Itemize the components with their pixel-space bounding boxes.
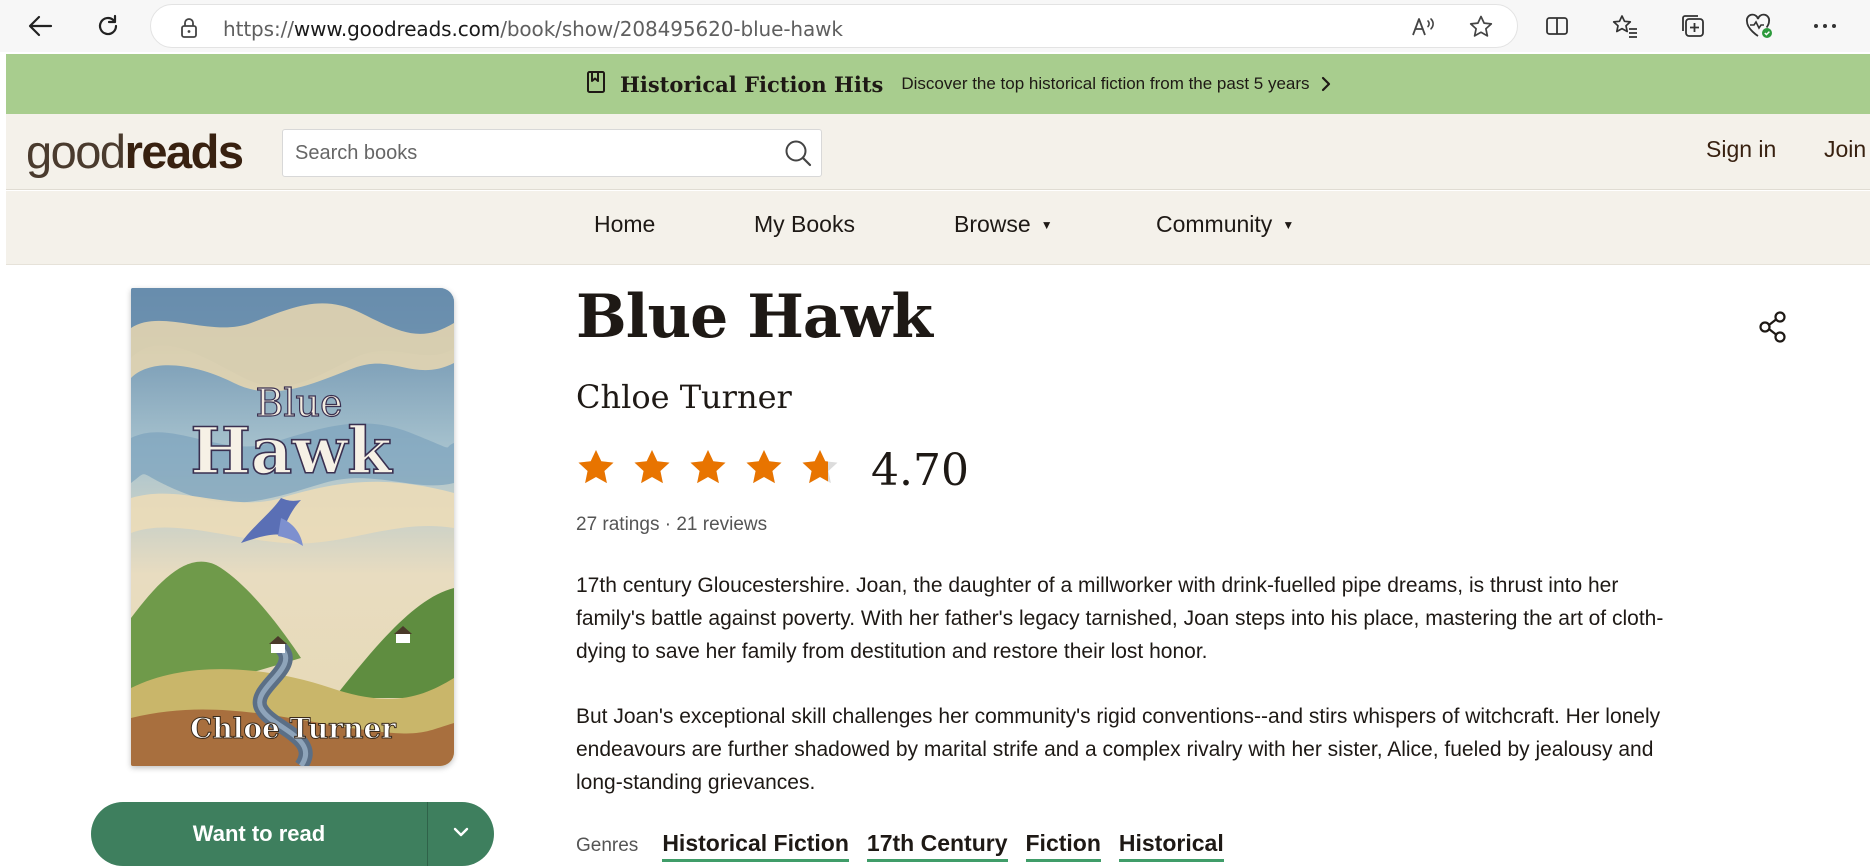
average-rating: 4.70 [871,445,969,496]
book-title: Blue Hawk [576,282,933,352]
collections-icon[interactable] [1676,9,1710,43]
book-author[interactable]: Chloe Turner [576,378,792,416]
star-icon [802,450,838,484]
nav-browse[interactable]: Browse ▼ [954,211,1053,238]
genres-label: Genres [576,835,639,856]
shelf-dropdown-button[interactable] [428,802,494,866]
sign-in-link[interactable]: Sign in [1706,136,1776,163]
description-paragraph-1: 17th century Gloucestershire. Joan, the … [576,574,1664,663]
site-header: goodreads Sign in Join [6,114,1870,190]
goodreads-logo[interactable]: goodreads [26,124,244,179]
share-icon[interactable] [1758,310,1788,349]
star-icon [634,450,670,484]
read-aloud-icon[interactable] [1409,13,1437,41]
chevron-down-icon [452,825,470,843]
genres-list: Genres Historical Fiction 17th Century F… [576,830,1242,862]
genre-link[interactable]: Historical [1118,830,1224,862]
join-link[interactable]: Join [1824,136,1866,163]
caret-down-icon: ▼ [1040,217,1053,232]
refresh-icon[interactable] [90,8,126,44]
star-icon [690,450,726,484]
address-bar[interactable]: https://www.goodreads.com/book/show/2084… [150,4,1518,48]
search-icon[interactable] [783,138,813,173]
search-input[interactable] [295,140,755,166]
back-icon[interactable] [22,8,58,44]
genre-link[interactable]: 17th Century [866,830,1008,862]
promo-description[interactable]: Discover the top historical fiction from… [901,74,1309,94]
nav-home[interactable]: Home [594,211,655,238]
rating-counts[interactable]: 27 ratings · 21 reviews [576,514,767,536]
book-cover[interactable]: Blue Hawk Chloe Turner [131,288,454,766]
main-nav: Home My Books Browse ▼ Community ▼ [6,191,1870,265]
nav-community[interactable]: Community ▼ [1156,211,1294,238]
genre-link[interactable]: Fiction [1025,830,1101,862]
browser-essentials-icon[interactable] [1742,9,1776,43]
cover-title-bottom: Hawk [190,414,393,489]
browser-toolbar: https://www.goodreads.com/book/show/2084… [0,0,1870,52]
description-paragraph-2: But Joan's exceptional skill challenges … [576,705,1661,794]
promo-banner[interactable]: Historical Fiction Hits Discover the top… [6,54,1870,114]
url-text[interactable]: https://www.goodreads.com/book/show/2084… [223,17,843,41]
favorites-icon[interactable] [1608,9,1642,43]
genre-link[interactable]: Historical Fiction [662,830,849,862]
cover-author: Chloe Turner [190,712,397,745]
bookmark-icon [586,70,606,99]
star-icon [578,450,614,484]
caret-down-icon: ▼ [1282,217,1295,232]
nav-my-books[interactable]: My Books [754,211,855,238]
more-options-icon[interactable] [1808,9,1842,43]
star-icon [746,450,782,484]
chevron-right-icon[interactable] [1320,75,1332,93]
promo-title[interactable]: Historical Fiction Hits [620,72,883,97]
rating-stars [576,448,856,486]
want-to-read-label[interactable]: Want to read [91,802,427,866]
want-to-read-button[interactable]: Want to read [91,802,494,866]
lock-icon[interactable] [179,17,199,44]
search-box [282,129,822,177]
favorite-star-icon[interactable] [1467,13,1495,41]
split-screen-icon[interactable] [1540,9,1574,43]
